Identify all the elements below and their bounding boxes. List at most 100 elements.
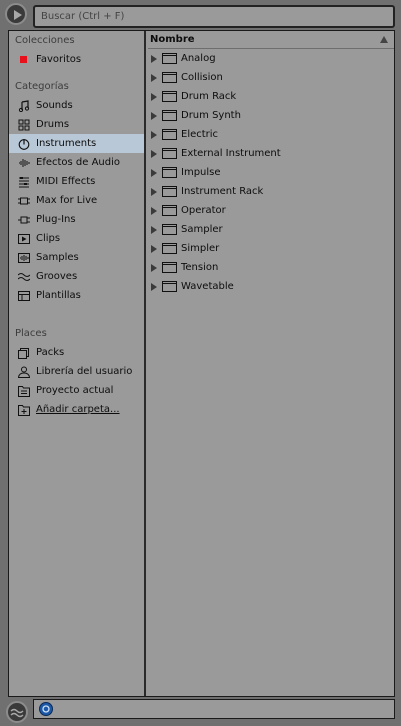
list-item-label: Operator	[181, 205, 226, 216]
expand-triangle-icon[interactable]	[151, 206, 159, 215]
expand-triangle-icon[interactable]	[151, 149, 159, 158]
plugin-icon	[17, 214, 30, 226]
expand-triangle-icon[interactable]	[151, 54, 159, 63]
item-list: Analog Collision Drum Rack Drum Synth Electr…	[148, 49, 394, 296]
audio-effects-icon	[17, 157, 30, 169]
list-item-label: Drum Rack	[181, 91, 237, 102]
preview-toggle-button[interactable]	[6, 701, 28, 723]
list-item[interactable]: Operator	[148, 201, 394, 220]
bottom-bar	[0, 697, 401, 726]
categories-header: Categorías	[15, 81, 69, 92]
expand-triangle-icon[interactable]	[151, 187, 159, 196]
device-folder-icon	[162, 281, 177, 292]
sidebar-item-label: Grooves	[36, 271, 78, 282]
sidebar-item-grooves[interactable]: Grooves	[9, 267, 144, 286]
sidebar-item-clips[interactable]: Clips	[9, 229, 144, 248]
expand-triangle-icon[interactable]	[151, 111, 159, 120]
sidebar-item-efectos-de-audio[interactable]: Efectos de Audio	[9, 153, 144, 172]
search-field[interactable]	[33, 5, 395, 28]
expand-triangle-icon[interactable]	[151, 92, 159, 101]
sidebar-item-label: Efectos de Audio	[36, 157, 121, 168]
device-folder-icon	[162, 129, 177, 140]
list-item-label: External Instrument	[181, 148, 281, 159]
sidebar-item-instruments[interactable]: Instruments	[9, 134, 144, 153]
list-item-label: Electric	[181, 129, 219, 140]
user-icon	[17, 366, 30, 378]
clip-icon	[17, 233, 30, 245]
sidebar-item-label: Añadir carpeta...	[36, 404, 120, 415]
list-item-label: Simpler	[181, 243, 220, 254]
list-item[interactable]: Simpler	[148, 239, 394, 258]
sidebar-item-libreria-del-usuario[interactable]: Librería del usuario	[9, 362, 144, 381]
list-item-label: Analog	[181, 53, 216, 64]
project-folder-icon	[17, 385, 30, 397]
device-folder-icon	[162, 72, 177, 83]
column-header-nombre[interactable]: Nombre	[148, 31, 394, 49]
device-folder-icon	[162, 148, 177, 159]
browser-content: Nombre Analog Collision Drum Rack Drum Synt…	[148, 31, 394, 696]
list-item-label: Impulse	[181, 167, 221, 178]
device-folder-icon	[162, 205, 177, 216]
sidebar-item-sounds[interactable]: Sounds	[9, 96, 144, 115]
sidebar-item-drums[interactable]: Drums	[9, 115, 144, 134]
list-item[interactable]: External Instrument	[148, 144, 394, 163]
list-item[interactable]: Tension	[148, 258, 394, 277]
sidebar-item-label: Sounds	[36, 100, 73, 111]
search-input[interactable]	[35, 7, 393, 26]
sidebar-item-label: Librería del usuario	[36, 366, 133, 377]
device-folder-icon	[162, 53, 177, 64]
device-folder-icon	[162, 224, 177, 235]
sidebar-item-label: MIDI Effects	[36, 176, 96, 187]
expand-triangle-icon[interactable]	[151, 130, 159, 139]
expand-triangle-icon[interactable]	[151, 73, 159, 82]
list-item[interactable]: Collision	[148, 68, 394, 87]
list-item[interactable]: Sampler	[148, 220, 394, 239]
list-item[interactable]: Instrument Rack	[148, 182, 394, 201]
sidebar-item-plantillas[interactable]: Plantillas	[9, 286, 144, 305]
max-for-live-icon	[17, 195, 30, 207]
music-note-icon	[17, 99, 30, 112]
expand-triangle-icon[interactable]	[151, 263, 159, 272]
browser-sidebar: Colecciones Favoritos Categorías Sounds …	[9, 31, 146, 696]
list-item-label: Sampler	[181, 224, 223, 235]
sidebar-item-label: Proyecto actual	[36, 385, 114, 396]
sidebar-item-label: Plug-Ins	[36, 214, 76, 225]
expand-triangle-icon[interactable]	[151, 282, 159, 291]
sidebar-item-packs[interactable]: Packs	[9, 343, 144, 362]
hot-swap-icon	[42, 705, 50, 713]
expand-triangle-icon[interactable]	[151, 244, 159, 253]
sidebar-item-max-for-live[interactable]: Max for Live	[9, 191, 144, 210]
add-folder-icon	[17, 404, 30, 416]
collections-header: Colecciones	[15, 35, 75, 46]
list-item[interactable]: Drum Rack	[148, 87, 394, 106]
preview-play-button[interactable]	[5, 3, 27, 25]
list-item-label: Tension	[181, 262, 219, 273]
sidebar-item-plug-ins[interactable]: Plug-Ins	[9, 210, 144, 229]
sidebar-item-midi-effects[interactable]: MIDI Effects	[9, 172, 144, 191]
drum-grid-icon	[17, 119, 30, 131]
list-item[interactable]: Analog	[148, 49, 394, 68]
device-folder-icon	[162, 110, 177, 121]
device-folder-icon	[162, 262, 177, 273]
groove-icon	[17, 271, 30, 283]
sidebar-item-label: Clips	[36, 233, 61, 244]
sidebar-item-label: Instruments	[36, 138, 97, 149]
sidebar-item-label: Samples	[36, 252, 79, 263]
list-item[interactable]: Electric	[148, 125, 394, 144]
expand-triangle-icon[interactable]	[151, 168, 159, 177]
sidebar-item-favoritos[interactable]: Favoritos	[9, 50, 144, 69]
hot-swap-button[interactable]	[39, 702, 53, 716]
list-item[interactable]: Drum Synth	[148, 106, 394, 125]
sidebar-item-label: Plantillas	[36, 290, 81, 301]
list-item-label: Instrument Rack	[181, 186, 264, 197]
sidebar-item-proyecto-actual[interactable]: Proyecto actual	[9, 381, 144, 400]
midi-effects-icon	[17, 176, 30, 188]
list-item[interactable]: Impulse	[148, 163, 394, 182]
waveform-icon	[17, 252, 30, 264]
list-item-label: Wavetable	[181, 281, 234, 292]
sidebar-item-anadir-carpeta[interactable]: Añadir carpeta...	[9, 400, 144, 419]
expand-triangle-icon[interactable]	[151, 225, 159, 234]
sidebar-item-samples[interactable]: Samples	[9, 248, 144, 267]
list-item[interactable]: Wavetable	[148, 277, 394, 296]
sidebar-item-label: Packs	[36, 347, 65, 358]
